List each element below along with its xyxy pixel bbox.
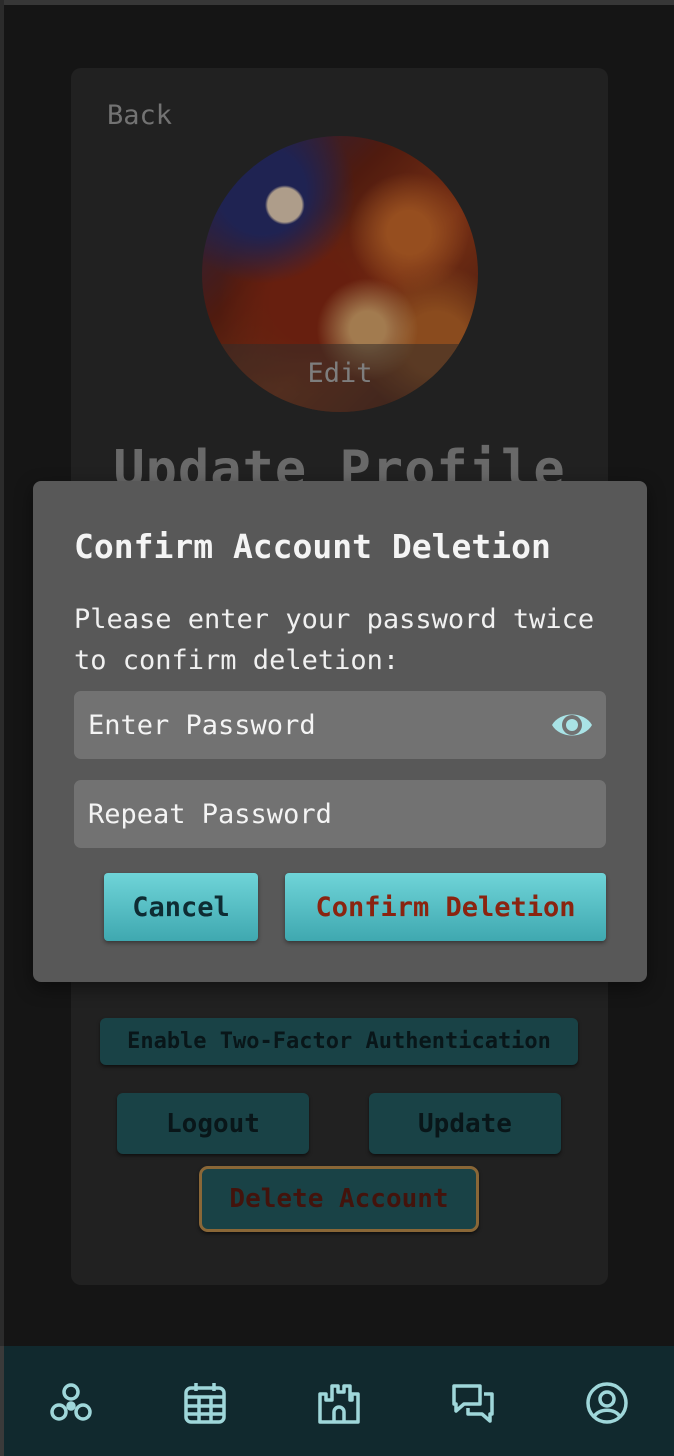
nav-item-profile[interactable]	[584, 1380, 630, 1426]
nav-item-network[interactable]	[48, 1380, 94, 1426]
nav-item-castle[interactable]	[316, 1380, 362, 1426]
eye-icon[interactable]	[550, 707, 594, 743]
castle-icon	[318, 1384, 360, 1424]
bottom-nav	[4, 1346, 674, 1456]
repeat-password-field	[74, 780, 606, 848]
modal-message: Please enter your password twice to conf…	[74, 604, 595, 676]
cancel-button[interactable]: Cancel	[104, 873, 258, 941]
password-input[interactable]	[88, 709, 528, 741]
profile-icon	[586, 1382, 628, 1424]
calendar-icon	[184, 1383, 226, 1424]
app-screen: Back Edit Update Profile Enable Two-Fact…	[0, 0, 674, 1456]
repeat-password-input[interactable]	[88, 798, 528, 830]
chat-icon	[452, 1384, 494, 1423]
confirm-deletion-button[interactable]: Confirm Deletion	[285, 873, 606, 941]
password-field	[74, 691, 606, 759]
nav-item-calendar[interactable]	[182, 1380, 228, 1426]
nav-item-chat[interactable]	[450, 1380, 496, 1426]
network-icon	[50, 1383, 92, 1421]
modal-title: Confirm Account Deletion	[74, 527, 551, 566]
delete-confirm-modal: Confirm Account Deletion Please enter yo…	[33, 481, 647, 982]
